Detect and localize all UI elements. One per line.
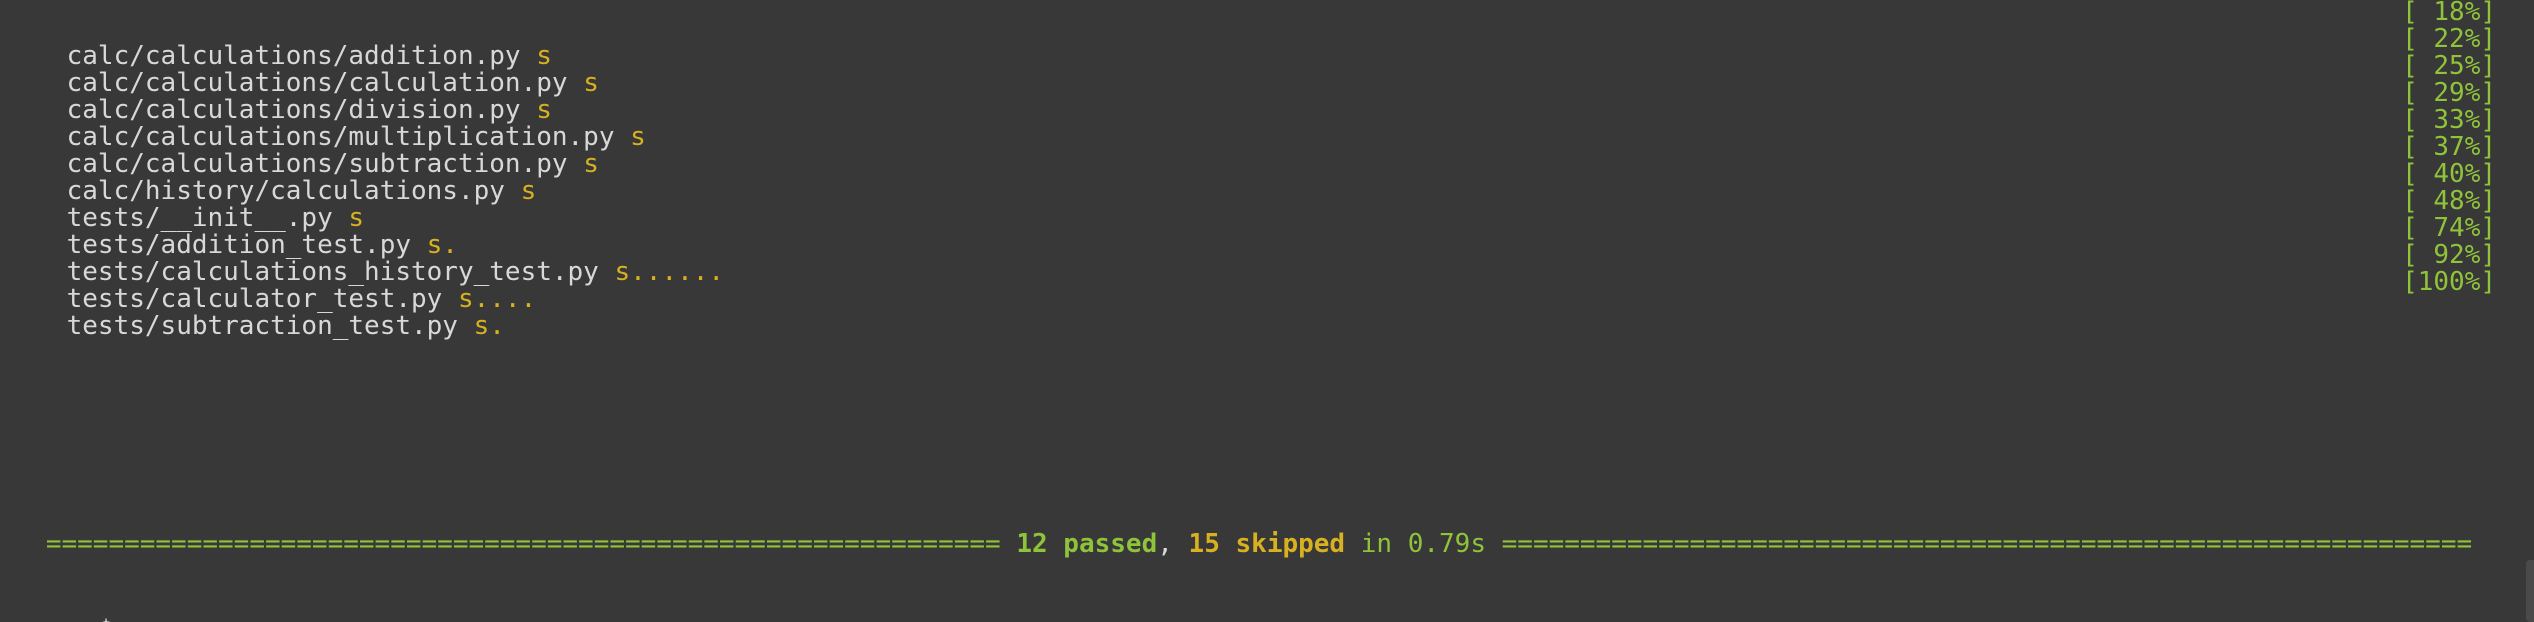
terminal-scrollbar-thumb[interactable] — [2526, 560, 2534, 622]
test-status-marks: s. — [473, 311, 505, 341]
terminal-output[interactable]: calc/calculations/addition.py s [ 18%] c… — [0, 0, 2534, 622]
test-summary-line: ========================================… — [4, 522, 2514, 566]
summary-left-rule: ========================================… — [45, 529, 1001, 559]
summary-separator: , — [1157, 529, 1173, 559]
prompt-text: ~ $ — [67, 615, 114, 622]
summary-right-rule: ========================================… — [1501, 529, 2473, 559]
test-file-path: tests/subtraction_test.py — [66, 311, 458, 341]
test-result-row: tests/subtraction_test.py s. [100%] — [4, 260, 2496, 341]
command-prompt[interactable]: ~ $ — [4, 564, 2496, 622]
summary-timing: in 0.79s — [1360, 529, 1486, 559]
progress-percentage: [100%] — [2402, 267, 2496, 297]
passed-count: 12 passed — [1016, 529, 1158, 559]
skipped-count: 15 skipped — [1188, 529, 1346, 559]
